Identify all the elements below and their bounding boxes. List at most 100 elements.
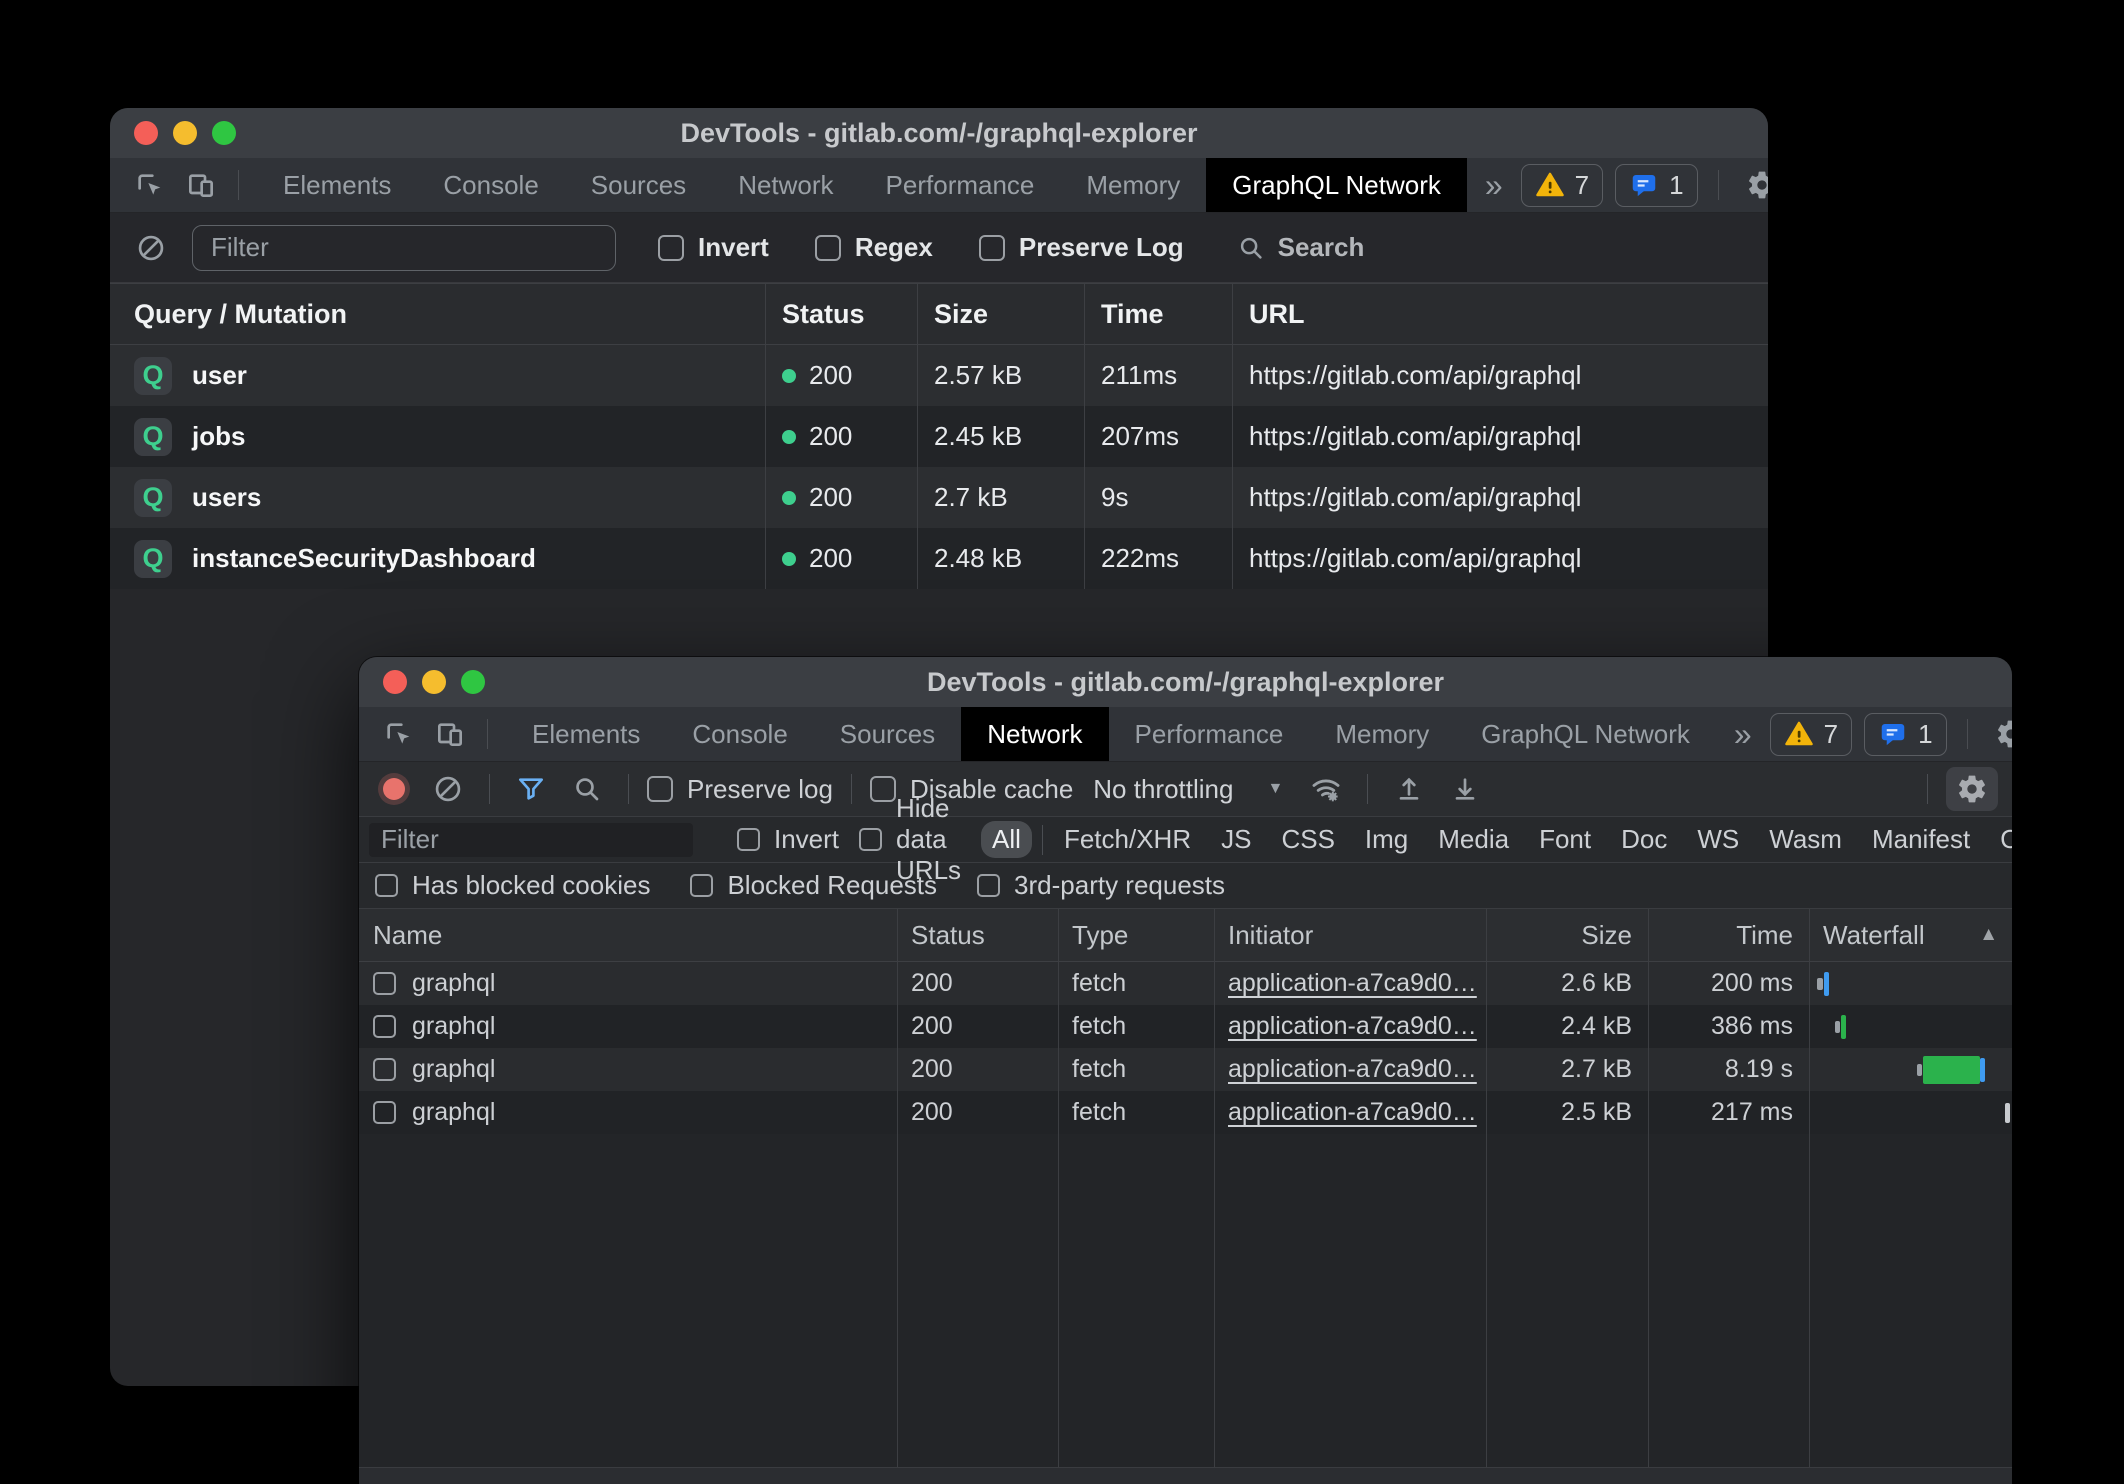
issues-badge[interactable]: 1 xyxy=(1615,164,1697,207)
tab-graphql-network[interactable]: GraphQL Network xyxy=(1455,707,1716,761)
record-button[interactable] xyxy=(383,778,405,800)
device-toolbar-icon[interactable] xyxy=(427,713,473,755)
column-time[interactable]: Time xyxy=(1085,284,1233,344)
tab-console[interactable]: Console xyxy=(666,707,813,761)
tab-elements[interactable]: Elements xyxy=(257,158,417,212)
warnings-badge[interactable]: 7 xyxy=(1521,164,1603,207)
tab-graphql-network[interactable]: GraphQL Network xyxy=(1206,158,1467,212)
invert-checkbox[interactable]: Invert xyxy=(658,232,769,263)
table-row[interactable]: QinstanceSecurityDashboard 200 2.48 kB 2… xyxy=(110,528,1768,589)
titlebar[interactable]: DevTools - gitlab.com/-/graphql-explorer xyxy=(359,657,2012,707)
filter-type-ws[interactable]: WS xyxy=(1686,821,1750,858)
filter-type-js[interactable]: JS xyxy=(1210,821,1262,858)
table-row[interactable]: graphql 200 fetch application-a7ca9d0… 2… xyxy=(359,962,2012,1005)
table-row[interactable]: Quser 200 2.57 kB 211ms https://gitlab.c… xyxy=(110,345,1768,406)
initiator-link[interactable]: application-a7ca9d0… xyxy=(1228,1098,1477,1127)
minimize-window-button[interactable] xyxy=(422,670,446,694)
close-window-button[interactable] xyxy=(383,670,407,694)
inspect-element-icon[interactable] xyxy=(375,713,421,755)
tab-network[interactable]: Network xyxy=(961,707,1108,761)
filter-type-doc[interactable]: Doc xyxy=(1610,821,1678,858)
minimize-window-button[interactable] xyxy=(173,121,197,145)
filter-type-media[interactable]: Media xyxy=(1427,821,1520,858)
row-checkbox[interactable] xyxy=(373,1015,396,1038)
tab-performance[interactable]: Performance xyxy=(860,158,1061,212)
row-checkbox[interactable] xyxy=(373,1101,396,1124)
table-row[interactable]: Qjobs 200 2.45 kB 207ms https://gitlab.c… xyxy=(110,406,1768,467)
table-row[interactable]: graphql 200 fetch application-a7ca9d0… 2… xyxy=(359,1048,2012,1091)
column-size[interactable]: Size xyxy=(918,284,1085,344)
column-name[interactable]: Name xyxy=(359,909,897,961)
table-row[interactable]: graphql 200 fetch application-a7ca9d0… 2… xyxy=(359,1005,2012,1048)
table-row[interactable]: Qusers 200 2.7 kB 9s https://gitlab.com/… xyxy=(110,467,1768,528)
filter-funnel-icon[interactable] xyxy=(508,768,554,810)
throttling-select[interactable]: No throttling ▼ xyxy=(1083,774,1293,805)
issues-badge[interactable]: 1 xyxy=(1864,713,1946,756)
more-tabs-icon[interactable]: » xyxy=(1716,707,1770,761)
table-row[interactable]: graphql 200 fetch application-a7ca9d0… 2… xyxy=(359,1091,2012,1134)
tab-console[interactable]: Console xyxy=(417,158,564,212)
column-size[interactable]: Size xyxy=(1486,909,1648,961)
filter-type-other[interactable]: Other xyxy=(1989,821,2012,858)
has-blocked-cookies-checkbox[interactable]: Has blocked cookies xyxy=(375,870,650,901)
preserve-log-checkbox[interactable]: Preserve Log xyxy=(979,232,1184,263)
column-divider[interactable] xyxy=(1214,909,1215,1468)
column-divider[interactable] xyxy=(1648,909,1649,1468)
inspect-element-icon[interactable] xyxy=(126,164,172,206)
blocked-requests-checkbox[interactable]: Blocked Requests xyxy=(690,870,937,901)
filter-input[interactable] xyxy=(369,823,693,857)
filter-type-wasm[interactable]: Wasm xyxy=(1758,821,1853,858)
row-checkbox[interactable] xyxy=(373,1058,396,1081)
filter-type-img[interactable]: Img xyxy=(1354,821,1419,858)
third-party-requests-checkbox[interactable]: 3rd-party requests xyxy=(977,870,1225,901)
initiator-link[interactable]: application-a7ca9d0… xyxy=(1228,969,1477,998)
column-divider[interactable] xyxy=(1058,909,1059,1468)
tab-performance[interactable]: Performance xyxy=(1109,707,1310,761)
column-query-mutation[interactable]: Query / Mutation xyxy=(110,284,766,344)
column-waterfall[interactable]: Waterfall ▲ xyxy=(1809,909,2012,961)
zoom-window-button[interactable] xyxy=(461,670,485,694)
settings-gear-icon[interactable] xyxy=(1988,713,2012,755)
zoom-window-button[interactable] xyxy=(212,121,236,145)
import-har-icon[interactable] xyxy=(1386,768,1432,810)
invert-checkbox[interactable]: Invert xyxy=(737,824,839,855)
tab-elements[interactable]: Elements xyxy=(506,707,666,761)
column-status[interactable]: Status xyxy=(766,284,918,344)
clear-icon[interactable] xyxy=(128,227,174,269)
filter-type-manifest[interactable]: Manifest xyxy=(1861,821,1981,858)
close-window-button[interactable] xyxy=(134,121,158,145)
regex-checkbox[interactable]: Regex xyxy=(815,232,933,263)
network-conditions-icon[interactable] xyxy=(1303,768,1349,810)
filter-input[interactable] xyxy=(192,225,616,271)
filter-type-font[interactable]: Font xyxy=(1528,821,1602,858)
more-tabs-icon[interactable]: » xyxy=(1467,158,1521,212)
network-settings-gear-icon[interactable] xyxy=(1946,767,1998,811)
initiator-link[interactable]: application-a7ca9d0… xyxy=(1228,1012,1477,1041)
search-button[interactable]: Search xyxy=(1236,232,1365,263)
column-status[interactable]: Status xyxy=(897,909,1058,961)
settings-gear-icon[interactable] xyxy=(1739,164,1768,206)
preserve-log-checkbox[interactable]: Preserve log xyxy=(647,774,833,805)
tab-network[interactable]: Network xyxy=(712,158,859,212)
tab-memory[interactable]: Memory xyxy=(1309,707,1455,761)
tab-memory[interactable]: Memory xyxy=(1060,158,1206,212)
column-time[interactable]: Time xyxy=(1648,909,1809,961)
export-har-icon[interactable] xyxy=(1442,768,1488,810)
tab-sources[interactable]: Sources xyxy=(814,707,961,761)
device-toolbar-icon[interactable] xyxy=(178,164,224,206)
column-divider[interactable] xyxy=(1486,909,1487,1468)
titlebar[interactable]: DevTools - gitlab.com/-/graphql-explorer xyxy=(110,108,1768,158)
column-divider[interactable] xyxy=(897,909,898,1468)
initiator-link[interactable]: application-a7ca9d0… xyxy=(1228,1055,1477,1084)
warnings-badge[interactable]: 7 xyxy=(1770,713,1852,756)
filter-type-fetch-xhr[interactable]: Fetch/XHR xyxy=(1053,821,1202,858)
column-divider[interactable] xyxy=(1809,909,1810,1468)
clear-icon[interactable] xyxy=(425,768,471,810)
filter-type-all[interactable]: All xyxy=(981,821,1032,858)
column-type[interactable]: Type xyxy=(1058,909,1214,961)
row-checkbox[interactable] xyxy=(373,972,396,995)
tab-sources[interactable]: Sources xyxy=(565,158,712,212)
filter-type-css[interactable]: CSS xyxy=(1270,821,1345,858)
column-url[interactable]: URL xyxy=(1233,284,1768,344)
column-initiator[interactable]: Initiator xyxy=(1214,909,1486,961)
